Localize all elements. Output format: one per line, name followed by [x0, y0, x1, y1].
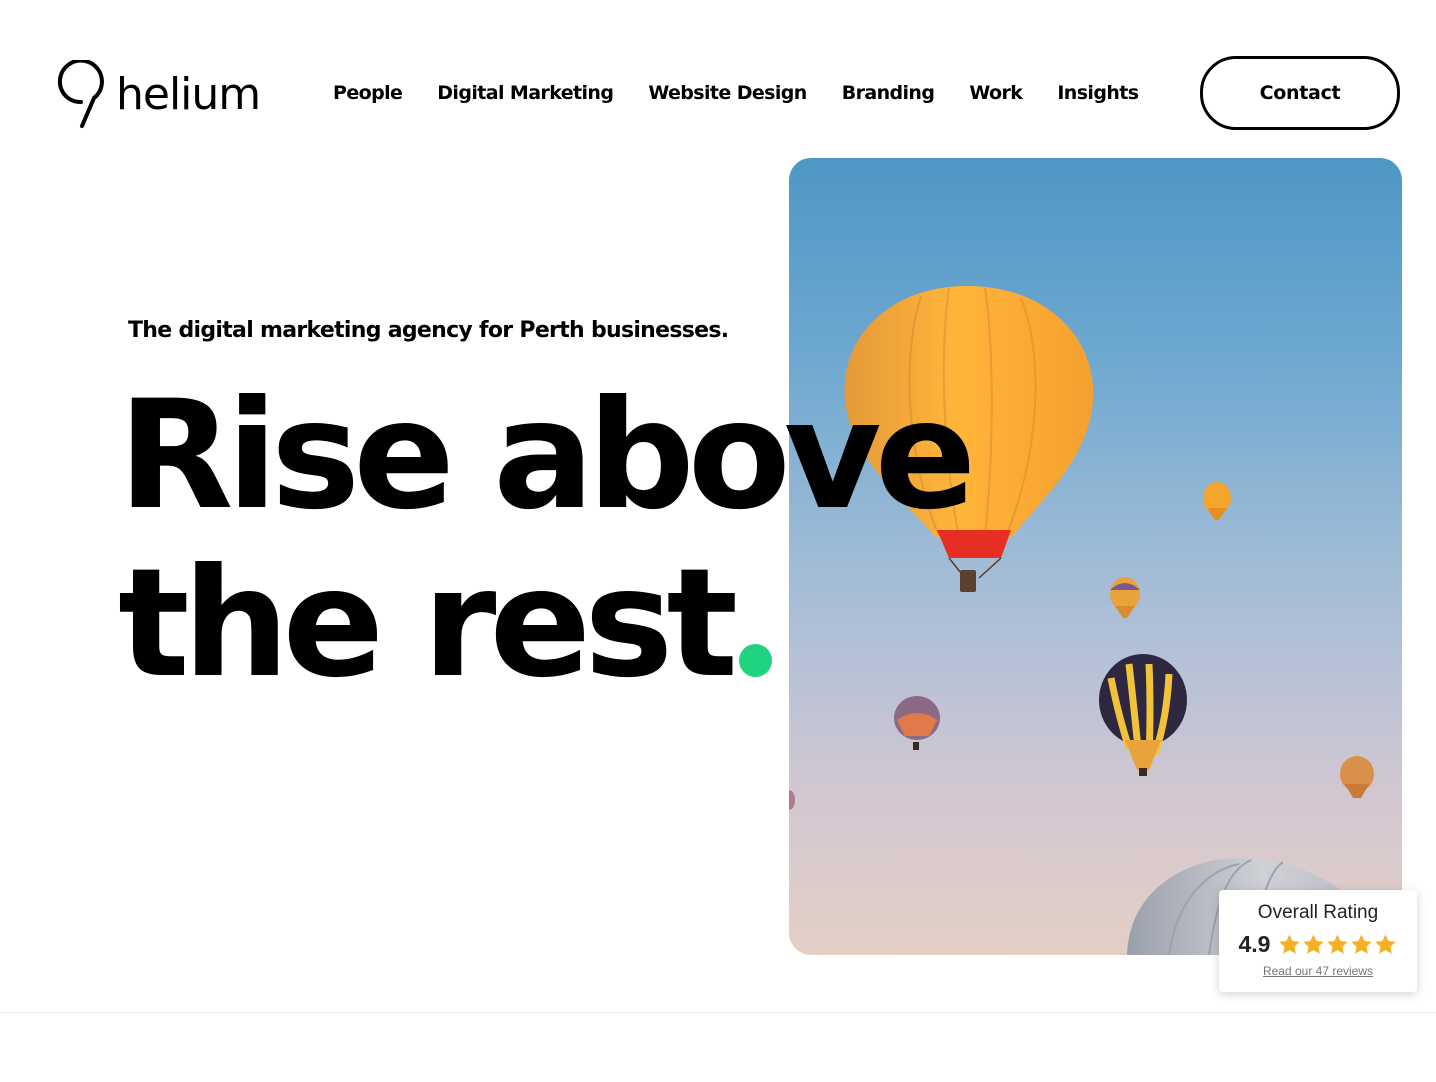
nav-item-digital-marketing[interactable]: Digital Marketing [437, 82, 614, 104]
nav-item-branding[interactable]: Branding [842, 82, 935, 104]
nav-item-people[interactable]: People [333, 82, 403, 104]
logo-wordmark: helium [116, 69, 261, 120]
map-pin-icon [58, 60, 104, 128]
star-icon [1327, 933, 1349, 954]
rating-score: 4.9 [1238, 930, 1271, 957]
nav-item-work[interactable]: Work [969, 82, 1023, 104]
rating-stars [1278, 933, 1397, 956]
read-reviews-link[interactable]: Read our 47 reviews [1219, 964, 1417, 978]
balloon-edge [789, 790, 795, 810]
rating-title: Overall Rating [1257, 902, 1379, 923]
star-icon [1303, 933, 1325, 954]
balloon-small-1 [1203, 482, 1231, 520]
nav-item-insights[interactable]: Insights [1057, 82, 1139, 104]
hero-headline: Rise above the rest [118, 369, 976, 708]
main-nav: People Digital Marketing Website Design … [333, 78, 1139, 108]
divider [0, 1012, 1436, 1013]
star-icon [1279, 933, 1301, 954]
rating-row: 4.9 [1219, 928, 1417, 960]
star-icon [1375, 933, 1397, 954]
nav-item-website-design[interactable]: Website Design [648, 82, 807, 104]
hero-tagline: The digital marketing agency for Perth b… [128, 318, 729, 343]
rating-widget[interactable]: Overall Rating 4.9 Read our 47 reviews [1219, 890, 1417, 992]
headline-line-2-wrap: the rest [118, 540, 969, 708]
accent-dot [739, 644, 773, 677]
page: helium People Digital Marketing Website … [0, 0, 1436, 1082]
contact-button[interactable]: Contact [1200, 56, 1400, 130]
balloon-small-2 [1110, 577, 1140, 618]
star-icon [1351, 933, 1373, 954]
headline-line-2: the rest [118, 537, 738, 711]
helium-logo[interactable]: helium [56, 60, 261, 132]
balloon-striped [1099, 654, 1187, 776]
balloon-right [1340, 756, 1374, 798]
headline-line-1: Rise above [118, 369, 976, 543]
